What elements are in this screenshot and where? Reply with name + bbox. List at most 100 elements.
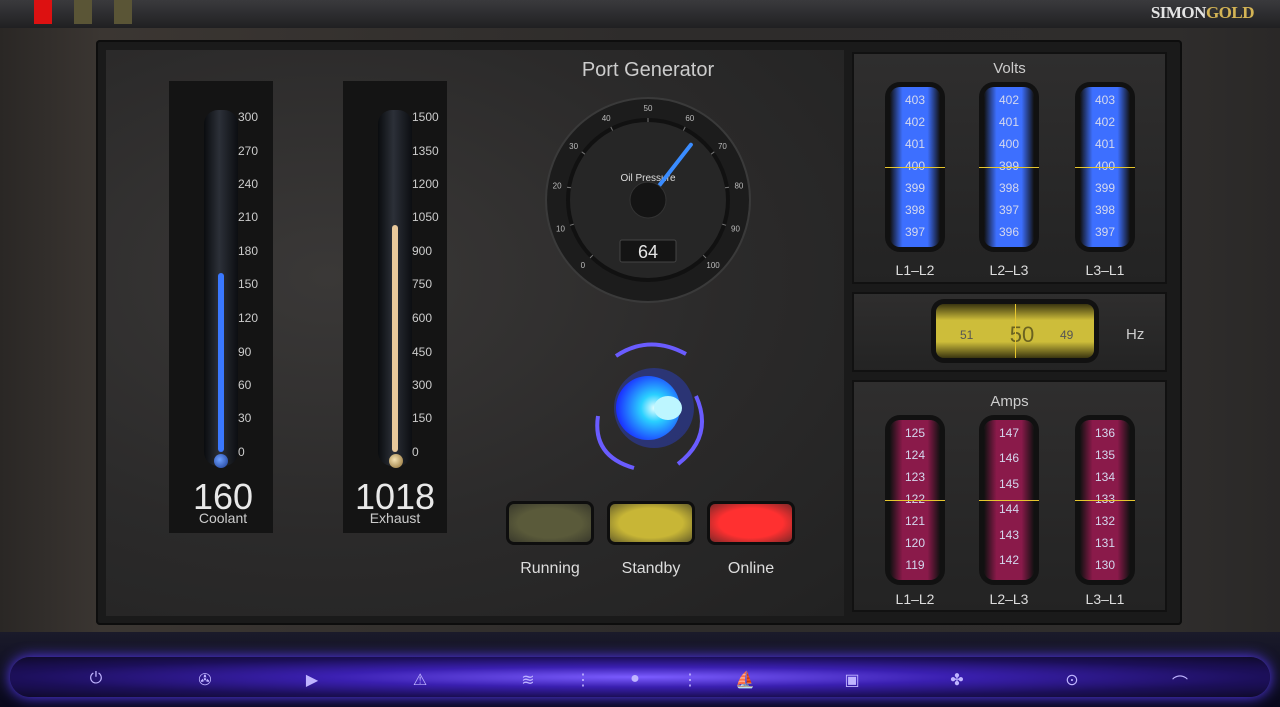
standby-label: Standby <box>621 560 681 577</box>
boat-icon[interactable]: ⌒ <box>1168 670 1192 694</box>
coolant-bulb <box>214 454 228 468</box>
amps-meter-number: 132 <box>1094 513 1116 528</box>
amps-meter-number: 144 <box>998 502 1020 517</box>
propeller-icon[interactable]: ✤ <box>945 670 969 690</box>
coolant-label: Coolant <box>198 510 248 526</box>
amps-meter-marker <box>885 500 945 501</box>
oil-pressure-gauge: 0102030405060708090100 Oil Pressure 64 <box>545 97 751 303</box>
volts-meter-number: 401 <box>998 114 1020 129</box>
gauge-title: Port Generator <box>581 59 715 81</box>
exhaust-tick: 1500 <box>412 110 439 124</box>
maximize-button[interactable] <box>114 0 132 24</box>
gauge-hub <box>629 181 667 219</box>
sail-icon[interactable]: ⛵ <box>733 670 757 690</box>
gauge-tick: 80 <box>734 182 743 191</box>
exhaust-fill <box>392 224 398 452</box>
volts-meter-number: 401 <box>904 136 926 151</box>
exhaust-tick: 600 <box>412 311 433 325</box>
volts-title: Volts <box>993 60 1026 77</box>
volts-meter-number: 400 <box>998 136 1020 151</box>
coolant-tick: 30 <box>238 411 252 425</box>
menu-dots-icon[interactable]: ⋮ <box>571 670 595 690</box>
hz-marker <box>1015 304 1016 358</box>
exhaust-label: Exhaust <box>369 510 421 526</box>
minimize-button[interactable] <box>74 0 92 24</box>
volts-meter-number: 397 <box>904 224 926 239</box>
hz-value: 50 <box>1009 322 1035 347</box>
volts-meter-number: 398 <box>904 202 926 217</box>
fan-icon[interactable]: ✇ <box>193 670 217 690</box>
gauge-tick: 50 <box>644 104 653 113</box>
amps-meter-number: 130 <box>1094 557 1116 572</box>
volts-meter-number: 402 <box>1094 114 1116 129</box>
engine-status-icon[interactable] <box>586 336 712 476</box>
title-bar: SIMONGOLD <box>0 0 1280 29</box>
warning-icon[interactable]: ⚠ <box>408 670 432 690</box>
rudder-icon[interactable]: ⊙ <box>1060 670 1084 690</box>
gauge-tick: 30 <box>569 142 578 151</box>
gauge-tick: 100 <box>706 261 720 270</box>
gauge-tick: 70 <box>718 142 727 151</box>
amps-meter-label: L2–L3 <box>989 591 1029 607</box>
volts-meter-number: 403 <box>1094 93 1116 107</box>
amps-meter-number: 123 <box>904 469 926 484</box>
volts-meter-number: 401 <box>1094 136 1116 151</box>
brand-part2: GOLD <box>1205 3 1255 22</box>
volts-meter-number: 402 <box>904 114 926 129</box>
online-indicator <box>710 504 792 542</box>
amps-meter-number: 143 <box>998 527 1020 542</box>
brand-part1: SIMON <box>1150 3 1207 22</box>
volts-meter-marker <box>979 167 1039 168</box>
gauge-tick: 10 <box>556 224 565 233</box>
engine-icon[interactable]: ▣ <box>840 670 864 690</box>
volts-meter-number: 398 <box>998 180 1020 195</box>
waves-icon[interactable]: ≋ <box>516 670 540 690</box>
play-icon[interactable]: ▶ <box>300 670 324 690</box>
volts-meter-marker <box>1075 167 1135 168</box>
hz-label: Hz <box>1126 326 1145 343</box>
amps-meter-label: L1–L2 <box>895 591 935 607</box>
coolant-tick: 240 <box>238 177 259 191</box>
exhaust-tick: 900 <box>412 244 433 258</box>
amps-meter-number: 131 <box>1094 535 1116 550</box>
exhaust-tick: 1200 <box>412 177 439 191</box>
amps-meter-number: 135 <box>1094 447 1116 462</box>
amps-meter-number: 121 <box>904 513 926 528</box>
amps-meter-number: 142 <box>998 552 1020 567</box>
coolant-tick: 150 <box>238 277 259 291</box>
standby-indicator <box>610 504 692 542</box>
exhaust-tick: 150 <box>412 411 433 425</box>
volts-meter-label: L1–L2 <box>895 262 935 278</box>
volts-meter-number: 396 <box>998 224 1020 239</box>
volts-meter-marker <box>885 167 945 168</box>
exhaust-tick: 0 <box>412 445 419 459</box>
coolant-fill <box>218 273 224 452</box>
amps-meter-number: 119 <box>905 557 925 572</box>
running-indicator <box>509 504 591 542</box>
amps-meter-number: 124 <box>904 447 926 462</box>
amps-meter-number: 120 <box>904 535 926 550</box>
close-button[interactable] <box>34 0 52 24</box>
coolant-tick: 210 <box>238 210 259 224</box>
volts-meter-number: 399 <box>1094 180 1116 195</box>
gauge-tick: 90 <box>731 224 740 233</box>
amps-meter-marker <box>979 500 1039 501</box>
gauge-readout: 64 <box>638 242 658 262</box>
power-icon[interactable]: ⏻ <box>84 670 108 688</box>
amps-title: Amps <box>990 393 1029 410</box>
menu-dots-icon[interactable]: ⋮ <box>678 670 702 690</box>
orb-icon[interactable]: ● <box>623 670 647 688</box>
gauge-tick: 60 <box>685 114 694 123</box>
amps-meter-marker <box>1075 500 1135 501</box>
volts-meter-number: 397 <box>998 202 1020 217</box>
amps-meter-number: 145 <box>998 476 1020 491</box>
coolant-tick: 120 <box>238 311 259 325</box>
gauge-tick: 20 <box>553 182 562 191</box>
brand-logo: SIMONGOLD <box>1150 3 1255 23</box>
volts-meter-number: 398 <box>1094 202 1116 217</box>
amps-meter-label: L3–L1 <box>1085 591 1125 607</box>
volts-meter-number: 400 <box>904 158 926 173</box>
exhaust-tick: 750 <box>412 277 433 291</box>
amps-meter-number: 134 <box>1094 469 1116 484</box>
exhaust-tick: 1350 <box>412 144 439 158</box>
